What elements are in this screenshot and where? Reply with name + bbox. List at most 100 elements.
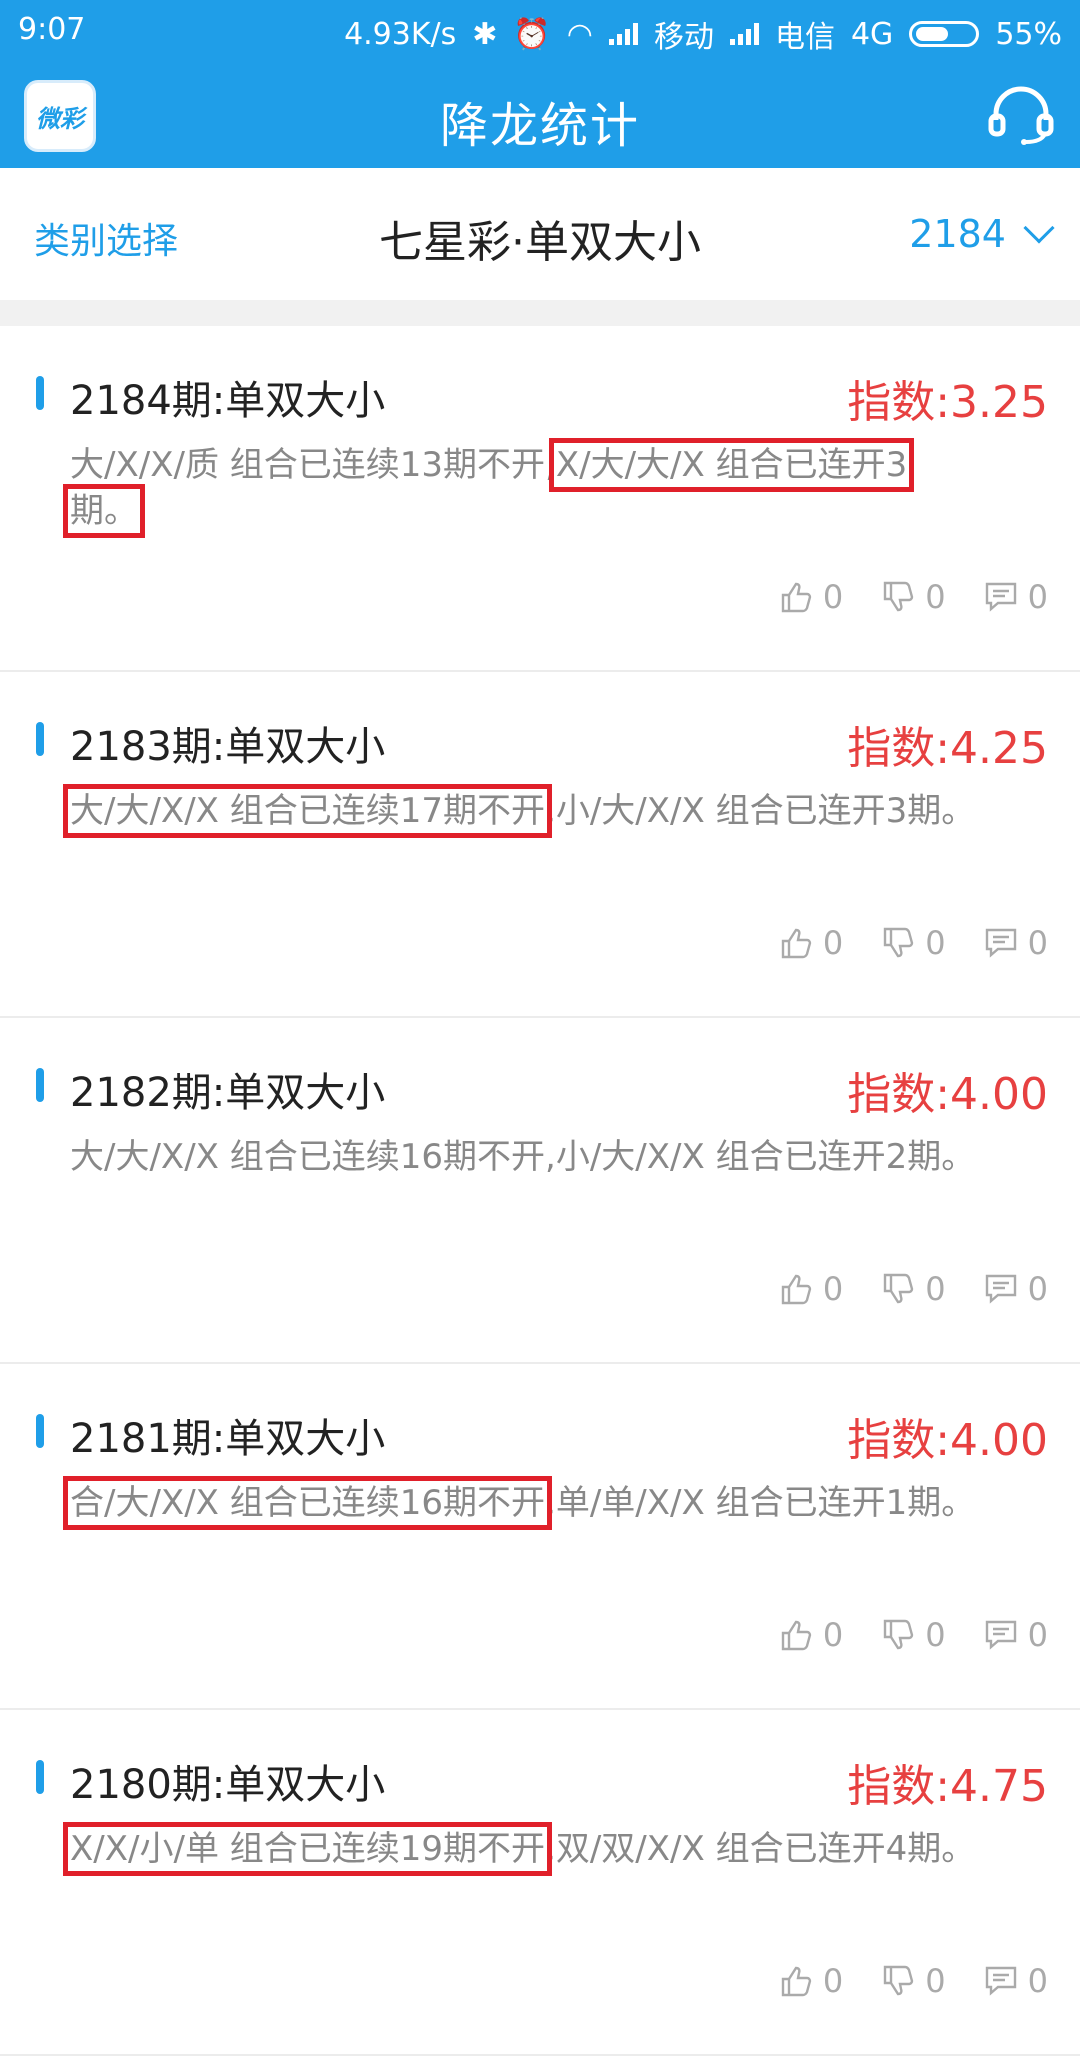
accent-bar [36,1068,44,1102]
desc-part: ,双/双/X/X 组合已连开4期。 [545,1829,976,1869]
chevron-down-icon [1023,212,1055,244]
thumbs-up-icon [781,582,812,613]
like-count: 0 [822,924,844,962]
item-index: 指数:4.25 [847,723,1048,774]
item-description: 合/大/X/X 组合已连续16期不开,单/单/X/X 组合已连开1期。 [62,1476,1050,1530]
thumbs-up-icon [781,1274,812,1305]
page-title: 降龙统计 [439,98,640,154]
item-index: 指数:3.25 [847,377,1048,428]
comment-button[interactable]: 0 [984,924,1048,962]
dislike-button[interactable]: 0 [881,1270,946,1308]
item-title: 2180期:单双大小 [70,1762,386,1808]
status-icons: 4.93K/s ✱ ⏰ ◠ 移动 电信 4G 55% [344,12,1062,56]
like-count: 0 [822,1962,844,2000]
dislike-count: 0 [925,1616,946,1654]
thumbs-up-icon [781,928,812,959]
comment-count: 0 [1027,1616,1048,1654]
thumbs-down-icon [884,1619,914,1650]
list-item[interactable]: 2182期:单双大小 指数:4.00 大/大/X/X 组合已连续16期不开,小/… [0,1018,1080,1364]
stat-list: 2184期:单双大小 指数:3.25 大/X/X/质 组合已连续13期不开,X/… [0,326,1080,2056]
filter-bar: 类别选择 七星彩·单双大小 2184 [0,168,1080,300]
item-description: 大/大/X/X 组合已连续16期不开,小/大/X/X 组合已连开2期。 [70,1134,1050,1180]
desc-part: ,单/单/X/X 组合已连开1期。 [545,1483,976,1523]
signal-icon [729,23,759,45]
bluetooth-icon: ✱ [472,16,498,52]
item-description: 大/大/X/X 组合已连续17期不开,小/大/X/X 组合已连开3期。 [62,784,1050,838]
dislike-count: 0 [925,924,946,962]
dislike-button[interactable]: 0 [881,924,946,962]
dislike-count: 0 [925,1270,946,1308]
item-actions: 0 0 0 [779,1616,1048,1654]
item-actions: 0 0 0 [779,1270,1048,1308]
highlight-box: X/大/大/X 组合已连开3 [548,438,915,492]
item-index: 指数:4.00 [847,1069,1048,1120]
status-time: 9:07 [18,12,86,47]
comment-button[interactable]: 0 [984,1616,1048,1654]
thumbs-up-icon [781,1620,812,1651]
item-description: 大/X/X/质 组合已连续13期不开,X/大/大/X 组合已连开3 期。 [63,438,1050,538]
battery-level: 55% [995,16,1062,52]
wifi-icon: ◠ [566,16,593,52]
like-button[interactable]: 0 [779,1616,843,1654]
thumbs-up-icon [781,1966,812,1997]
comment-count: 0 [1027,924,1048,962]
item-title: 2181期:单双大小 [70,1416,386,1462]
item-index: 指数:4.75 [847,1761,1048,1812]
like-button[interactable]: 0 [779,578,843,616]
item-title: 2184期:单双大小 [70,378,386,424]
highlight-box: 期。 [63,484,145,538]
battery-icon [909,21,980,47]
like-button[interactable]: 0 [779,1270,843,1308]
network-type: 4G [850,16,894,52]
item-title: 2183期:单双大小 [70,724,386,770]
item-actions: 0 0 0 [779,578,1048,616]
comment-count: 0 [1027,1962,1048,2000]
comment-count: 0 [1027,1270,1048,1308]
accent-bar [36,376,44,410]
dislike-button[interactable]: 0 [881,1616,946,1654]
list-item[interactable]: 2183期:单双大小 指数:4.25 大/大/X/X 组合已连续17期不开,小/… [0,672,1080,1018]
like-button[interactable]: 0 [779,1962,843,2000]
comment-icon [985,1966,1016,1996]
app-header: 微彩 降龙统计 [0,60,1080,168]
accent-bar [36,1414,44,1448]
list-item[interactable]: 2180期:单双大小 指数:4.75 X/X/小/单 组合已连续19期不开,双/… [0,1710,1080,2056]
status-bar: 9:07 4.93K/s ✱ ⏰ ◠ 移动 电信 4G 55% [0,0,1080,60]
highlight-box: X/X/小/单 组合已连续19期不开 [62,1822,553,1876]
comment-count: 0 [1027,578,1048,616]
thumbs-down-icon [884,1965,914,1996]
issue-dropdown[interactable]: 2184 [909,212,1055,256]
dislike-button[interactable]: 0 [881,1962,946,2000]
comment-button[interactable]: 0 [984,578,1048,616]
highlight-box: 合/大/X/X 组合已连续16期不开 [62,1476,553,1530]
item-title: 2182期:单双大小 [70,1070,386,1116]
desc-part: ,小/大/X/X 组合已连开3期。 [545,791,976,831]
item-actions: 0 0 0 [779,924,1048,962]
carrier-1: 移动 [653,20,714,55]
customer-service-icon[interactable] [986,86,1056,146]
item-description: X/X/小/单 组合已连续19期不开,双/双/X/X 组合已连开4期。 [62,1822,1050,1876]
signal-icon [608,23,638,45]
like-count: 0 [822,1616,844,1654]
issue-number: 2184 [909,212,1006,256]
comment-button[interactable]: 0 [984,1962,1048,2000]
comment-icon [985,1620,1016,1650]
dislike-count: 0 [925,578,946,616]
thumbs-down-icon [884,581,914,612]
highlight-box: 大/大/X/X 组合已连续17期不开 [62,784,553,838]
accent-bar [36,722,44,756]
list-item[interactable]: 2184期:单双大小 指数:3.25 大/X/X/质 组合已连续13期不开,X/… [0,326,1080,672]
thumbs-down-icon [884,927,914,958]
comment-button[interactable]: 0 [984,1270,1048,1308]
list-item[interactable]: 2181期:单双大小 指数:4.00 合/大/X/X 组合已连续16期不开,单/… [0,1364,1080,1710]
like-count: 0 [822,578,844,616]
desc-part: 大/大/X/X 组合已连续16期不开,小/大/X/X 组合已连开2期。 [70,1137,976,1177]
divider [0,300,1080,326]
like-count: 0 [822,1270,844,1308]
accent-bar [36,1760,44,1794]
thumbs-down-icon [884,1273,914,1304]
item-actions: 0 0 0 [779,1962,1048,2000]
dislike-button[interactable]: 0 [881,578,946,616]
dislike-count: 0 [925,1962,946,2000]
like-button[interactable]: 0 [779,924,843,962]
